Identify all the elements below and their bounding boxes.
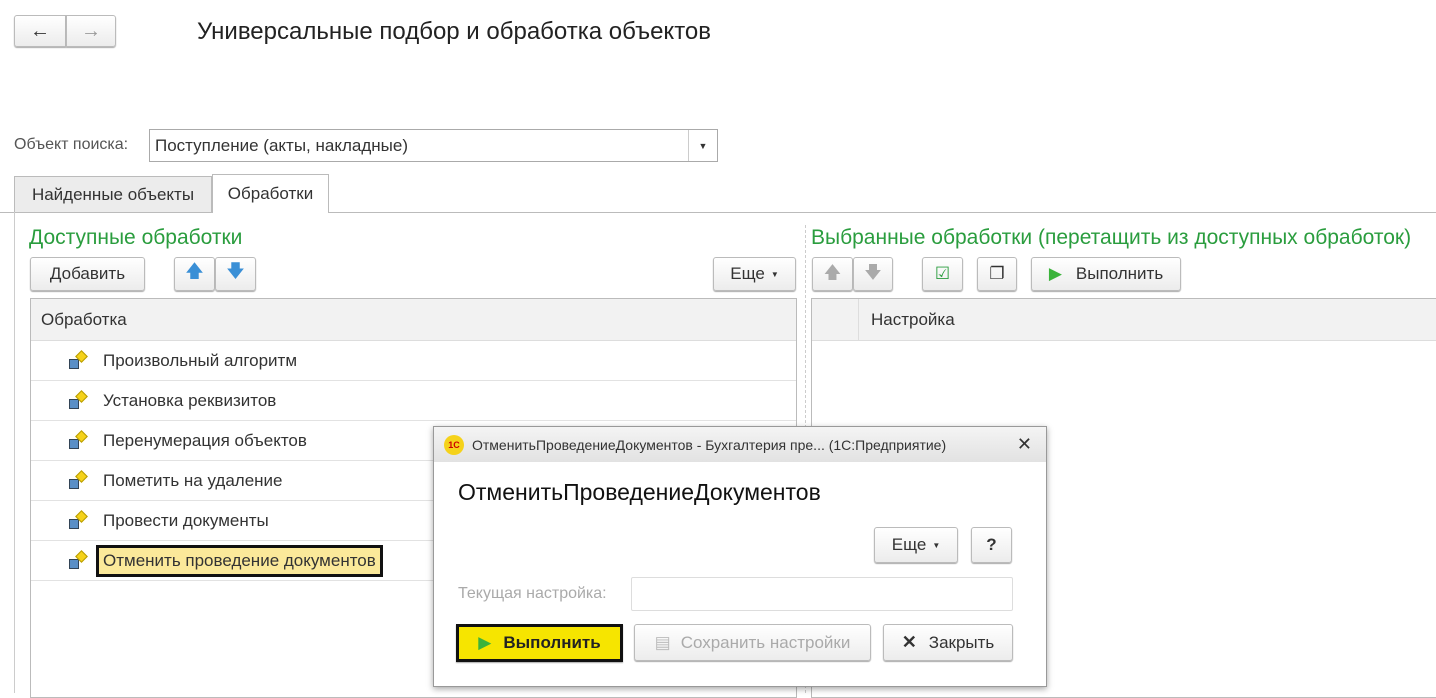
column-header-setting[interactable]: Настройка <box>859 299 1436 341</box>
list-item-label: Перенумерация объектов <box>103 430 307 450</box>
more-button[interactable]: Еще ▼ <box>713 257 796 291</box>
arrow-down-icon: 🡇 <box>864 262 882 282</box>
tab-found-objects[interactable]: Найденные объекты <box>14 176 212 212</box>
move-up-button[interactable]: 🡅 <box>174 257 215 291</box>
dialog-run-button[interactable]: ▶ Выполнить <box>456 624 623 662</box>
list-item[interactable]: Произвольный алгоритм <box>31 341 796 381</box>
close-icon: ✕ <box>901 632 917 652</box>
selected-up-button[interactable]: 🡅 <box>812 257 853 291</box>
add-button[interactable]: Добавить <box>30 257 145 291</box>
processing-icon <box>67 389 89 412</box>
run-selected-button[interactable]: ▶ Выполнить <box>1031 257 1181 291</box>
arrow-up-icon: 🡅 <box>823 262 842 282</box>
save-icon: ▤ <box>654 632 671 652</box>
save-settings-button[interactable]: ▤ Сохранить настройки <box>634 624 871 661</box>
close-label: Закрыть <box>928 632 995 652</box>
selected-check-column <box>812 299 859 341</box>
dialog-more-button[interactable]: Еще ▼ <box>874 527 958 563</box>
list-item[interactable]: Установка реквизитов <box>31 381 796 421</box>
play-icon: ▶ <box>478 633 492 652</box>
close-button[interactable]: ✕ Закрыть <box>883 624 1013 661</box>
page-title: Универсальные подбор и обработка объекто… <box>197 18 712 45</box>
tab-processings[interactable]: Обработки <box>212 174 329 213</box>
dialog-window: 1С ОтменитьПроведениеДокументов - Бухгал… <box>433 426 1047 687</box>
search-object-value: Поступление (акты, накладные) <box>155 135 408 155</box>
list-item-label: Провести документы <box>103 510 269 530</box>
dialog-window-title: ОтменитьПроведениеДокументов - Бухгалтер… <box>472 436 947 453</box>
dialog-titlebar: 1С ОтменитьПроведениеДокументов - Бухгал… <box>434 427 1046 462</box>
check-all-button[interactable]: ☑ <box>922 257 963 291</box>
more-label: Еще <box>891 535 927 554</box>
close-icon[interactable]: ✕ <box>1017 434 1032 455</box>
chevron-down-icon: ▼ <box>932 540 941 550</box>
chevron-down-icon: ▼ <box>770 269 779 279</box>
column-header-processing[interactable]: Обработка <box>31 299 796 341</box>
list-item-label: Пометить на удаление <box>103 470 283 490</box>
move-down-button[interactable]: 🡇 <box>215 257 256 291</box>
play-icon: ▶ <box>1048 264 1062 283</box>
run-label: Выполнить <box>503 633 601 652</box>
dialog-heading: ОтменитьПроведениеДокументов <box>458 479 821 505</box>
list-item-label: Установка реквизитов <box>103 390 277 410</box>
arrow-up-icon: 🡅 <box>185 261 204 281</box>
chevron-down-icon[interactable]: ▼ <box>688 130 717 161</box>
uncheck-all-button[interactable]: ❐ <box>977 257 1017 291</box>
available-title: Доступные обработки <box>29 226 243 249</box>
current-setting-label: Текущая настройка: <box>458 585 607 602</box>
list-item-label: Отменить проведение документов <box>96 544 383 577</box>
forward-button[interactable]: → <box>66 15 116 47</box>
processing-icon <box>67 349 89 372</box>
selected-down-button[interactable]: 🡇 <box>853 257 893 291</box>
processing-icon <box>67 509 89 532</box>
processing-icon <box>67 549 89 572</box>
run-label: Выполнить <box>1075 264 1164 283</box>
back-button[interactable]: ← <box>14 15 66 47</box>
search-object-select[interactable]: Поступление (акты, накладные) ▼ <box>149 129 718 162</box>
app-logo-icon: 1С <box>444 434 464 455</box>
check-all-icon: ☑ <box>934 264 951 283</box>
save-label: Сохранить настройки <box>680 632 851 652</box>
current-setting-input[interactable] <box>631 577 1013 611</box>
list-item-label: Произвольный алгоритм <box>103 350 298 370</box>
panel-border <box>14 212 15 693</box>
search-object-label: Объект поиска: <box>14 136 129 153</box>
arrow-down-icon: 🡇 <box>226 261 245 281</box>
help-button[interactable]: ? <box>971 527 1012 563</box>
copy-icon: ❐ <box>989 264 1005 283</box>
processing-icon <box>67 469 89 492</box>
processing-icon <box>67 429 89 452</box>
selected-title: Выбранные обработки (перетащить из досту… <box>811 226 1412 249</box>
more-label: Еще <box>730 264 765 283</box>
